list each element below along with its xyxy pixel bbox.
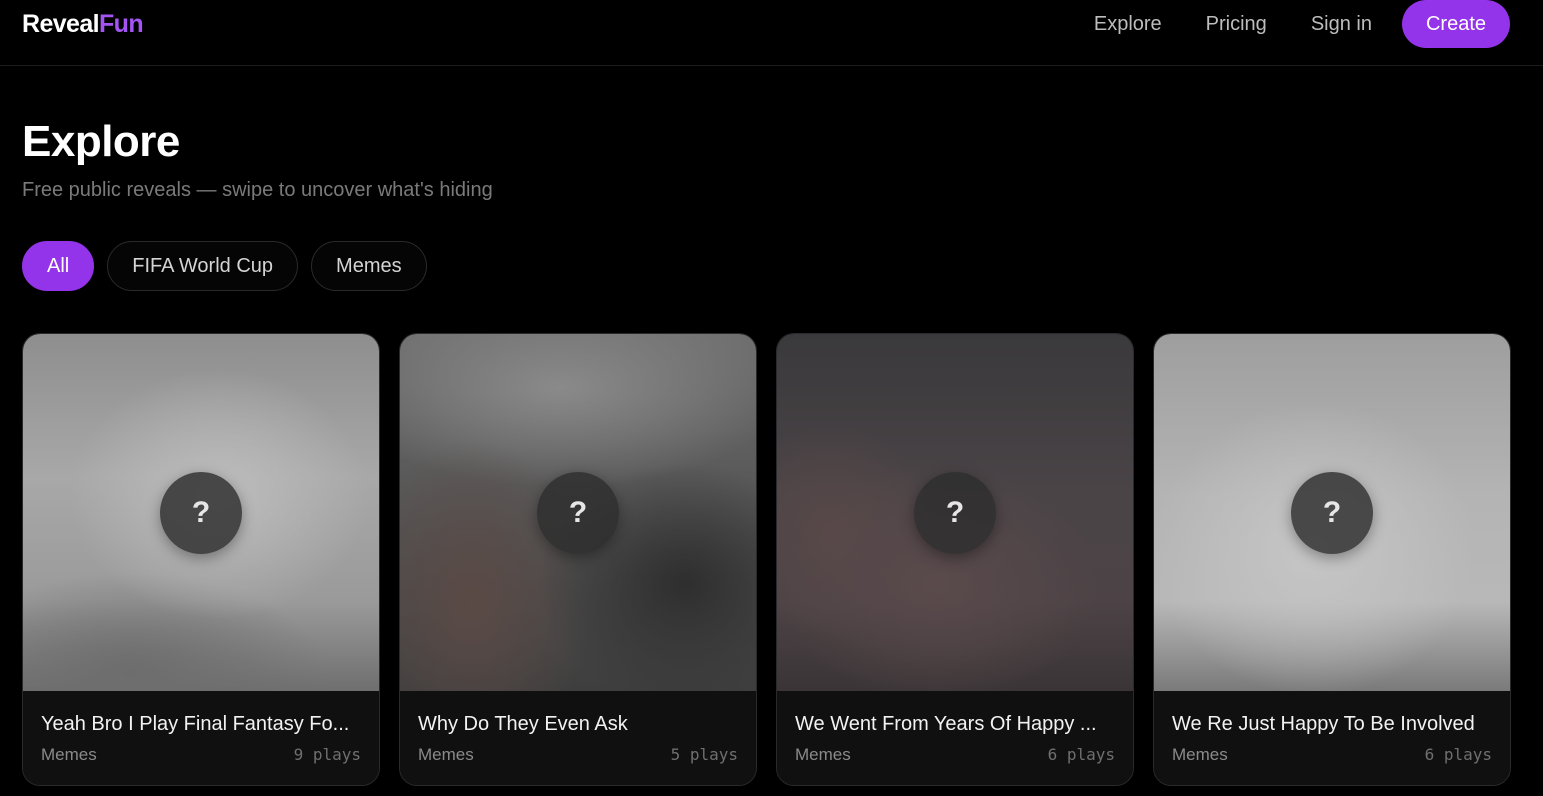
card-meta: Memes 6 plays	[1172, 745, 1492, 765]
page-title: Explore	[22, 117, 180, 166]
reveal-card[interactable]: ? We Went From Years Of Happy ... Memes …	[776, 333, 1134, 786]
top-nav-bar: RevealFun Explore Pricing Sign in Create	[0, 0, 1543, 66]
card-info: We Re Just Happy To Be Involved Memes 6 …	[1154, 691, 1510, 785]
reveal-card[interactable]: ? Yeah Bro I Play Final Fantasy Fo... Me…	[22, 333, 380, 786]
card-category: Memes	[41, 745, 97, 764]
filter-pill-fifa-world-cup[interactable]: FIFA World Cup	[107, 241, 299, 291]
nav-link-pricing[interactable]: Pricing	[1206, 13, 1267, 36]
brand-logo[interactable]: RevealFun	[22, 9, 144, 39]
filter-pill-all[interactable]: All	[22, 241, 95, 291]
question-mark-icon: ?	[1291, 471, 1373, 554]
card-category: Memes	[1172, 745, 1228, 764]
card-play-count: 6 plays	[1047, 745, 1115, 764]
card-info: We Went From Years Of Happy ... Memes 6 …	[777, 691, 1133, 785]
card-title: We Re Just Happy To Be Involved	[1172, 713, 1475, 735]
card-info: Yeah Bro I Play Final Fantasy Fo... Meme…	[23, 691, 379, 785]
card-play-count: 6 plays	[1424, 745, 1492, 764]
card-meta: Memes 5 plays	[418, 745, 738, 765]
card-category: Memes	[418, 745, 474, 764]
blurred-thumbnail: ?	[1154, 334, 1510, 691]
question-mark-icon: ?	[914, 471, 996, 554]
card-title: Yeah Bro I Play Final Fantasy Fo...	[41, 713, 350, 735]
nav-link-explore[interactable]: Explore	[1094, 13, 1162, 36]
page-subtitle: Free public reveals — swipe to uncover w…	[22, 179, 493, 201]
create-button[interactable]: Create	[1401, 0, 1510, 48]
brand-name-main: Reveal	[22, 10, 100, 38]
card-meta: Memes 6 plays	[795, 745, 1115, 765]
question-mark-icon: ?	[160, 471, 242, 554]
nav-link-sign-in[interactable]: Sign in	[1311, 13, 1372, 36]
card-play-count: 5 plays	[670, 745, 738, 764]
blurred-thumbnail: ?	[777, 334, 1133, 691]
filter-pill-memes[interactable]: Memes	[311, 241, 427, 291]
card-category: Memes	[795, 745, 851, 764]
blurred-thumbnail: ?	[23, 334, 379, 691]
card-title: We Went From Years Of Happy ...	[795, 713, 1097, 735]
reveal-card[interactable]: ? We Re Just Happy To Be Involved Memes …	[1153, 333, 1511, 786]
brand-name-accent: Fun	[99, 10, 144, 38]
blurred-thumbnail: ?	[400, 334, 756, 691]
card-info: Why Do They Even Ask Memes 5 plays	[400, 691, 756, 785]
reveal-card[interactable]: ? Why Do They Even Ask Memes 5 plays	[399, 333, 757, 786]
main-nav: Explore Pricing Sign in Create	[1094, 0, 1510, 48]
card-meta: Memes 9 plays	[41, 745, 361, 765]
question-mark-icon: ?	[537, 471, 619, 554]
reveal-card-grid: ? Yeah Bro I Play Final Fantasy Fo... Me…	[22, 333, 1511, 786]
card-title: Why Do They Even Ask	[418, 713, 628, 735]
category-filters: All FIFA World Cup Memes	[22, 241, 427, 291]
card-play-count: 9 plays	[293, 745, 361, 764]
